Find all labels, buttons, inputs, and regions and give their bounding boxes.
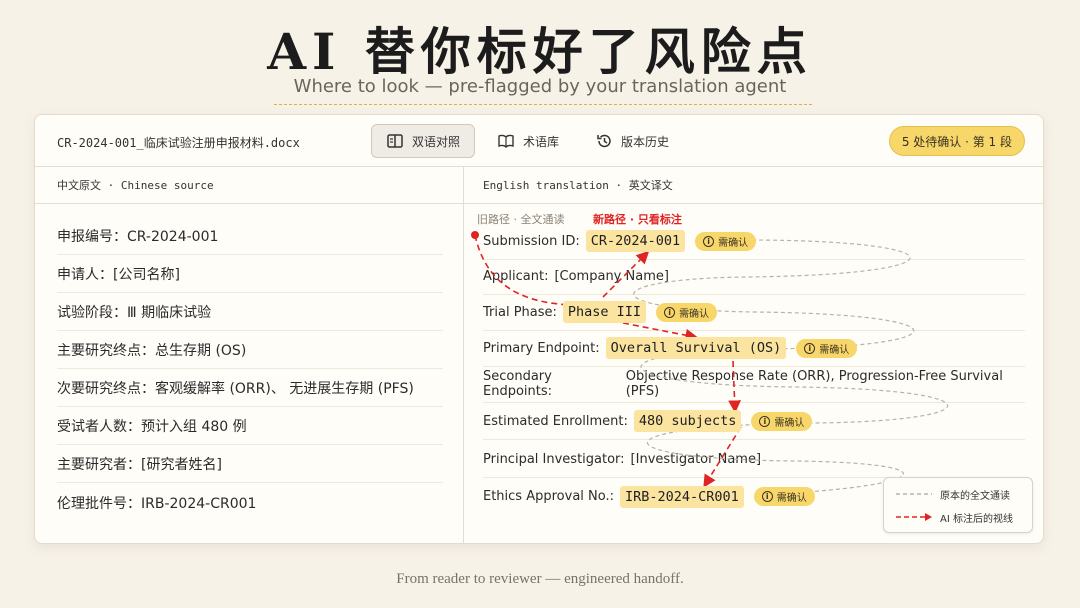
legend-old-path: 原本的全文通读 [896, 487, 1032, 502]
info-icon: i [664, 306, 676, 318]
needs-confirmation-tag[interactable]: i 需确认 [751, 411, 813, 431]
source-row: 试验阶段：Ⅲ 期临床试验 [57, 294, 443, 331]
translation-row: Ethics Approval No.: IRB-2024-CR001 i 需确认 [483, 478, 873, 515]
hero-subtitle: Where to look — pre-flagged by your tran… [293, 76, 787, 97]
field-label: Applicant: [483, 268, 549, 284]
needs-confirmation-label: 需确认 [718, 237, 749, 249]
flagged-value[interactable]: IRB-2024-CR001 [620, 485, 744, 508]
source-row: 受试者人数：预计入组 480 例 [57, 408, 443, 445]
source-row: 申请人：[公司名称] [57, 256, 443, 293]
hero-divider [274, 104, 812, 105]
version-history-label: 版本历史 [621, 134, 670, 149]
field-value: [Investigator Name] [630, 451, 762, 467]
legend-new-path: AI 标注后的视线 [896, 510, 1032, 525]
dashed-red-arrow-icon [896, 513, 932, 521]
hero-title: AI 替你标好了风险点 [267, 22, 813, 81]
source-column-header: 中文原文 · Chinese source [57, 179, 214, 192]
translation-row: Applicant: [Company Name] [483, 258, 1025, 295]
column-divider [463, 167, 464, 543]
field-label: Trial Phase: [483, 304, 557, 320]
source-row: 申报编号：CR-2024-001 [57, 218, 443, 255]
field-label: Secondary Endpoints: [483, 369, 553, 399]
pending-confirmations-badge[interactable]: 5 处待确认 · 第 1 段 [888, 126, 1025, 156]
translation-row: Principal Investigator: [Investigator Na… [483, 441, 1025, 478]
field-label: Primary Endpoint: [483, 340, 600, 356]
info-icon: i [759, 415, 771, 427]
needs-confirmation-label: 需确认 [776, 493, 807, 504]
needs-confirmation-tag[interactable]: i 需确认 [796, 338, 858, 358]
document-filename: CR-2024-001_临床试验注册申报材料.docx [57, 136, 300, 150]
translation-row: Estimated Enrollment: 480 subjects i 需确认 [483, 403, 1025, 440]
translation-row: Primary Endpoint: Overall Survival (OS) … [483, 330, 1025, 367]
field-label: Estimated Enrollment: [483, 413, 628, 429]
field-value: Objective Response Rate (ORR), Progressi… [625, 369, 1003, 399]
source-row: 主要研究终点：总生存期 (OS) [57, 332, 443, 369]
history-icon [597, 134, 611, 148]
legend-new-path-label: AI 标注后的视线 [940, 513, 1013, 525]
version-history-button[interactable]: 版本历史 [581, 124, 683, 158]
source-row: 次要研究终点：客观缓解率 (ORR)、 无进展生存期 (PFS) [57, 370, 443, 407]
header-divider [35, 203, 1043, 204]
field-label: Ethics Approval No.: [483, 489, 614, 504]
source-row: 伦理批件号：IRB-2024-CR001 [57, 495, 257, 512]
info-icon: i [804, 342, 816, 354]
legend-old-path-label: 原本的全文通读 [940, 490, 1010, 502]
reading-start-point [471, 231, 479, 239]
field-label: Principal Investigator: [483, 451, 625, 467]
needs-confirmation-label: 需确认 [679, 308, 710, 320]
translation-column-header: English translation · 英文译文 [483, 179, 673, 192]
bilingual-view-button[interactable]: 双语对照 [371, 124, 476, 158]
needs-confirmation-tag[interactable]: i 需确认 [656, 302, 718, 322]
footer-tagline: From reader to reviewer — engineered han… [396, 571, 684, 587]
book-icon [498, 134, 514, 148]
field-label: Submission ID: [483, 233, 580, 249]
flagged-value[interactable]: Phase III [562, 301, 647, 323]
flagged-value[interactable]: 480 subjects [633, 410, 742, 432]
path-legend: 原本的全文通读 AI 标注后的视线 [883, 477, 1033, 533]
translation-row: Submission ID: CR-2024-001 i 需确认 [483, 223, 1025, 260]
bilingual-view-label: 双语对照 [412, 134, 461, 149]
split-view-icon [387, 134, 403, 148]
translation-row: Trial Phase: Phase III i 需确认 [483, 294, 1025, 331]
flagged-value[interactable]: CR-2024-001 [585, 230, 686, 252]
info-icon: i [703, 235, 715, 247]
source-row: 主要研究者：[研究者姓名] [57, 446, 443, 483]
translation-row: Secondary Endpoints: Objective Response … [483, 366, 1025, 403]
needs-confirmation-label: 需确认 [819, 344, 850, 356]
flagged-value[interactable]: Overall Survival (OS) [605, 337, 787, 359]
editor-window: CR-2024-001_临床试验注册申报材料.docx 双语对照 术语库 版本历… [34, 114, 1044, 544]
dashed-gray-line-icon [896, 493, 932, 495]
toolbar: CR-2024-001_临床试验注册申报材料.docx 双语对照 术语库 版本历… [35, 115, 1043, 167]
glossary-button[interactable]: 术语库 [483, 124, 573, 158]
needs-confirmation-label: 需确认 [774, 417, 805, 429]
info-icon: i [761, 491, 773, 502]
needs-confirmation-tag[interactable]: i 需确认 [695, 231, 757, 251]
needs-confirmation-tag[interactable]: i 需确认 [753, 487, 815, 506]
glossary-label: 术语库 [523, 134, 560, 149]
field-value: [Company Name] [554, 268, 669, 284]
